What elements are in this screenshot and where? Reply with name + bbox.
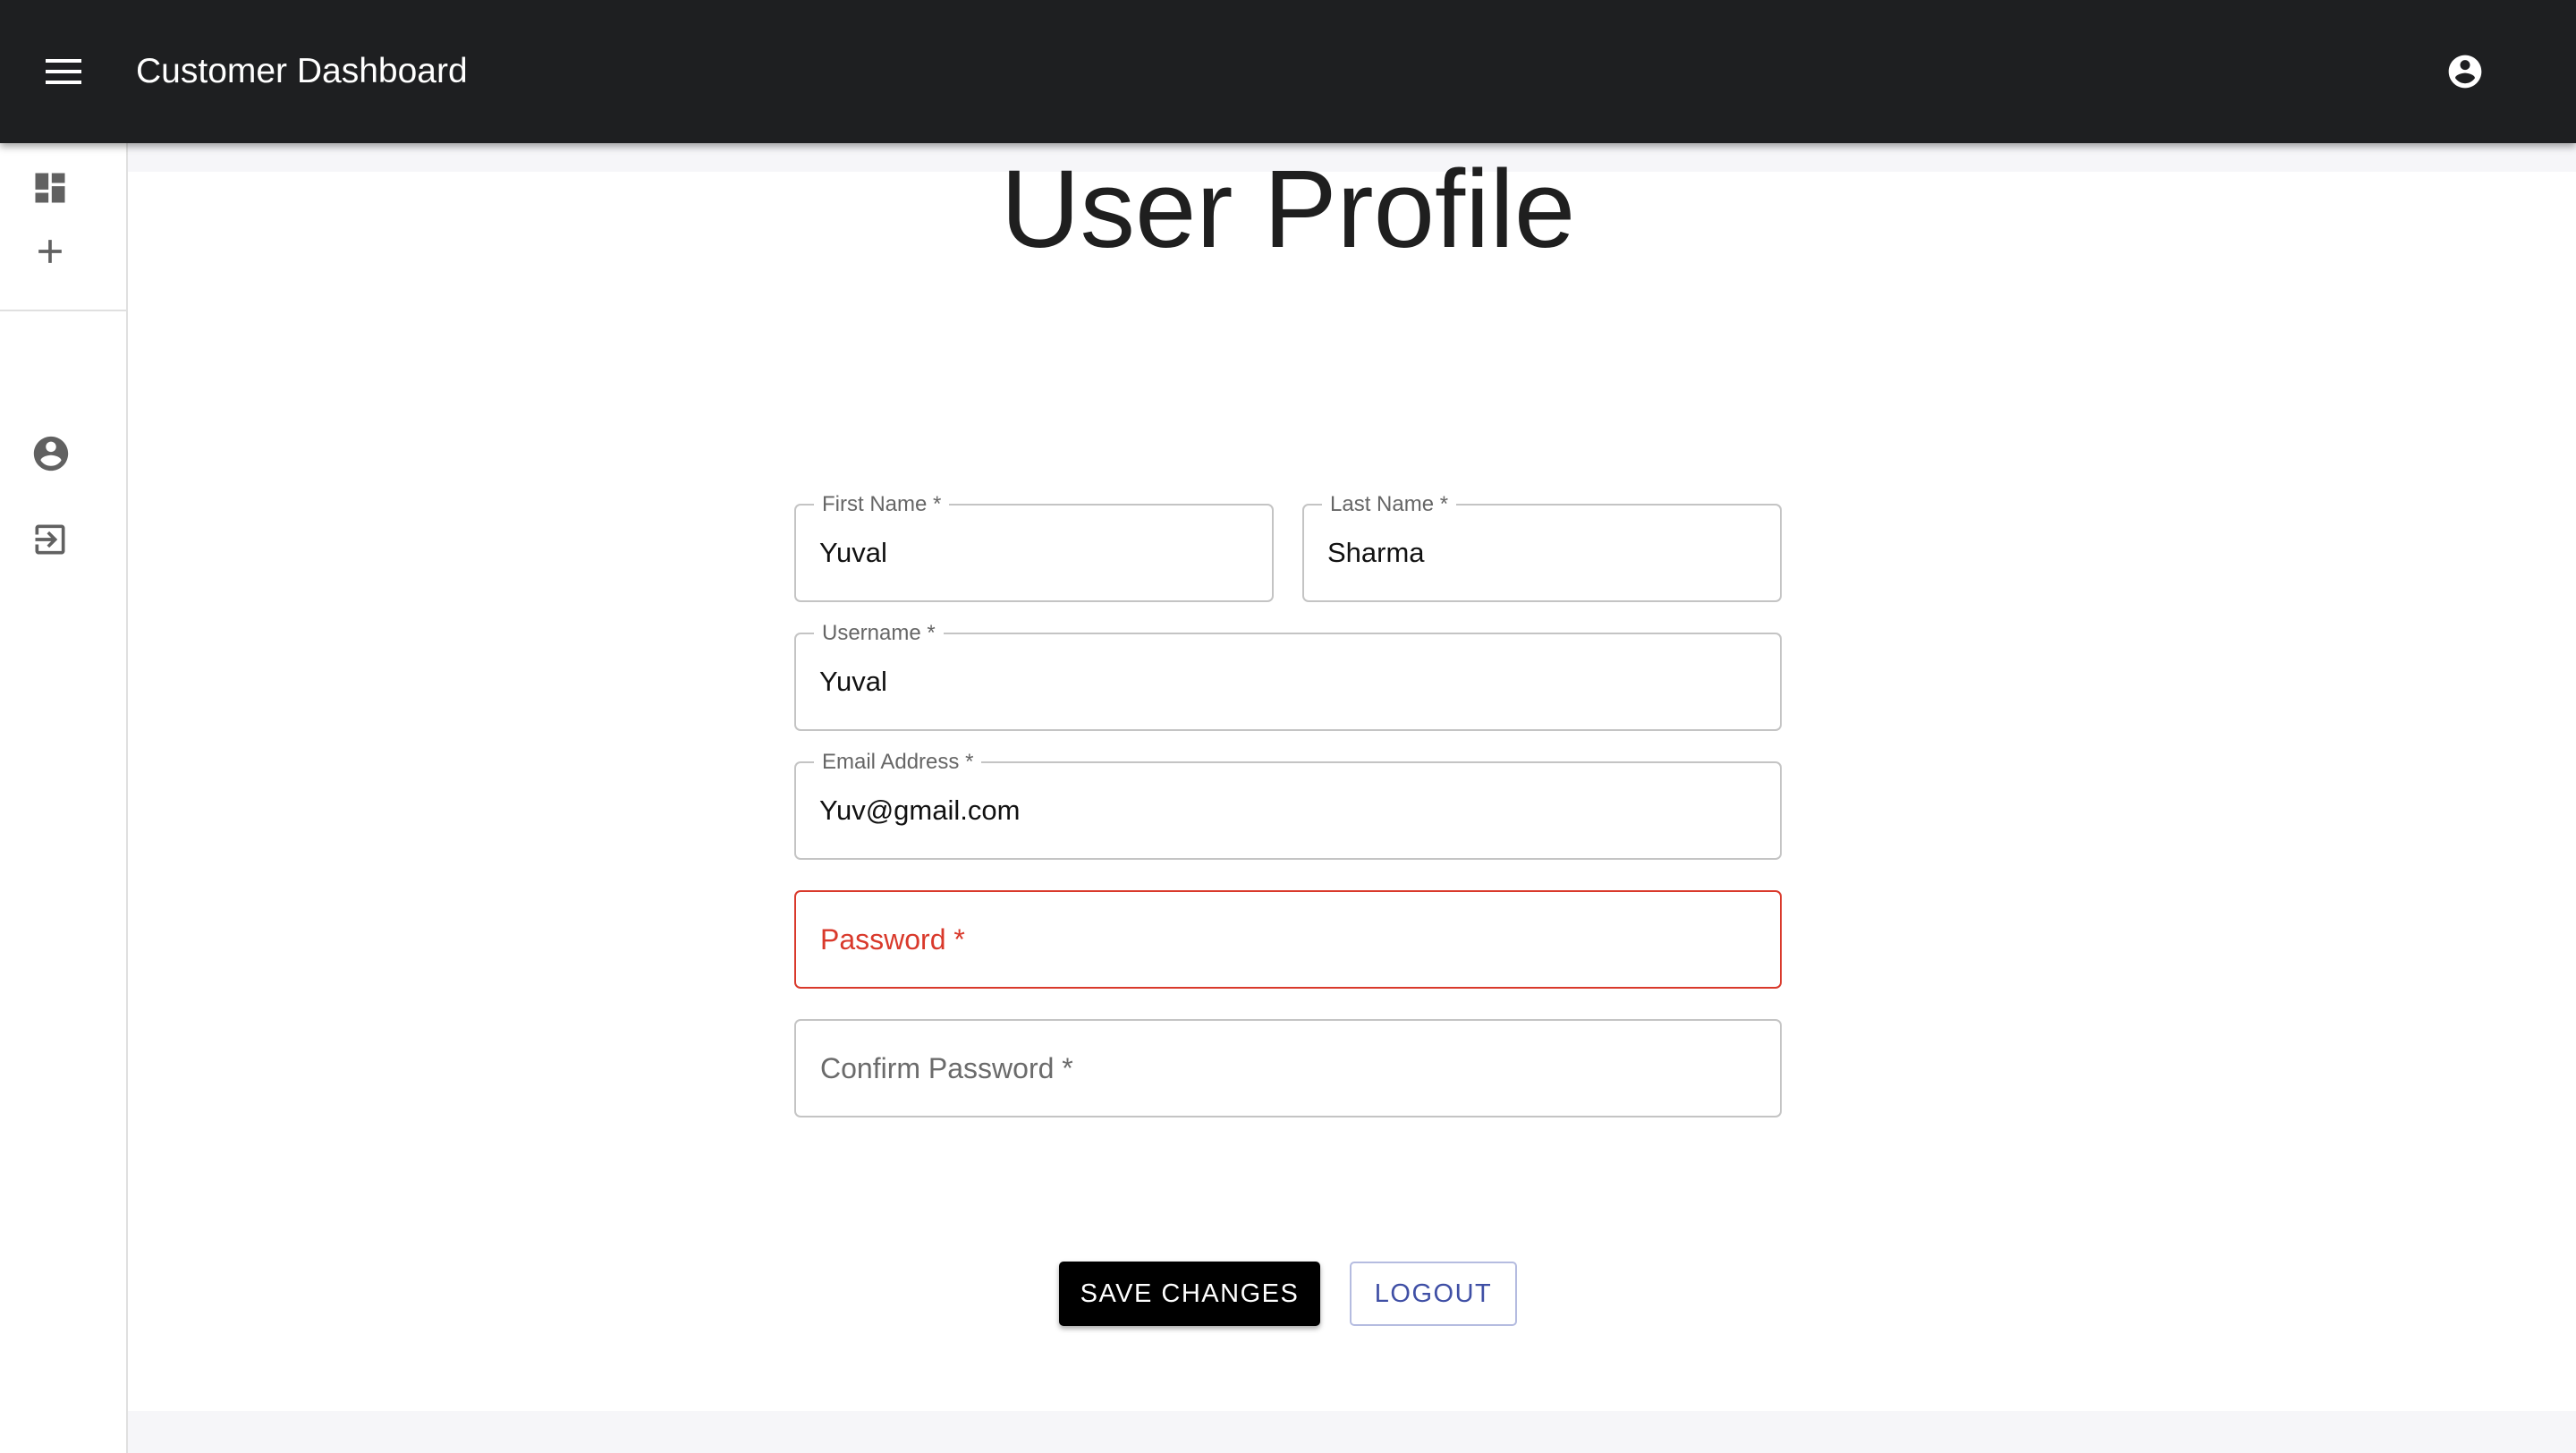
email-input[interactable]: [819, 763, 1757, 858]
page-title: User Profile: [1000, 149, 1576, 271]
drawer-divider: [0, 310, 126, 311]
last-name-field[interactable]: Last Name *: [1302, 492, 1782, 602]
app-title: Customer Dashboard: [136, 52, 468, 90]
account-circle-icon: [33, 436, 69, 472]
last-name-input[interactable]: [1327, 506, 1757, 600]
drawer-item-logout[interactable]: [0, 497, 126, 582]
dashboard-icon: [35, 173, 65, 203]
logout-icon: [35, 524, 65, 555]
menu-icon: [46, 59, 81, 84]
username-input[interactable]: [819, 634, 1757, 729]
logout-button[interactable]: LOGOUT: [1350, 1262, 1517, 1326]
password-placeholder: Password *: [820, 923, 965, 956]
account-circle-icon: [2448, 55, 2482, 89]
confirm-password-field[interactable]: Confirm Password *: [794, 1019, 1782, 1117]
menu-button[interactable]: [38, 47, 89, 97]
password-field[interactable]: Password *: [794, 890, 1782, 989]
username-field[interactable]: Username *: [794, 621, 1782, 731]
add-icon: [38, 240, 62, 263]
first-name-input[interactable]: [819, 506, 1249, 600]
email-field[interactable]: Email Address *: [794, 750, 1782, 860]
first-name-field[interactable]: First Name *: [794, 492, 1274, 602]
save-changes-button[interactable]: SAVE CHANGES: [1059, 1262, 1320, 1326]
side-drawer: [0, 143, 128, 1453]
drawer-item-profile[interactable]: [0, 411, 126, 497]
confirm-password-placeholder: Confirm Password *: [820, 1052, 1073, 1084]
drawer-item-add[interactable]: [0, 208, 126, 294]
app-bar: Customer Dashboard: [0, 0, 2576, 143]
account-button[interactable]: [2438, 45, 2492, 98]
